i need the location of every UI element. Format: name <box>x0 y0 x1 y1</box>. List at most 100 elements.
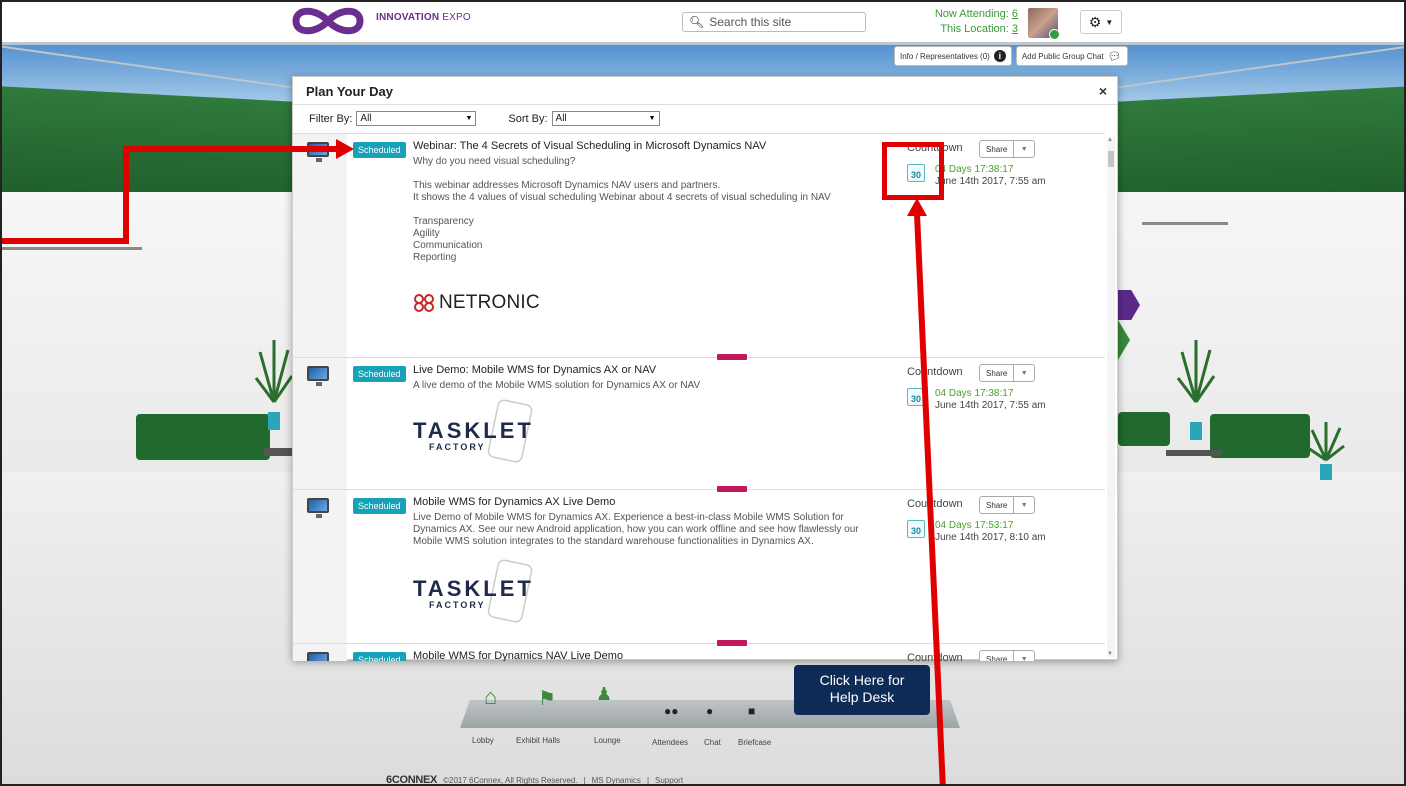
attendees-icon[interactable]: ●● <box>664 704 679 718</box>
brand-name: INNOVATION EXPO <box>376 12 471 23</box>
session-type-column <box>293 134 347 357</box>
list-scrollbar[interactable]: ▲ ▼ <box>1107 137 1115 657</box>
session-date: June 14th 2017, 7:55 am <box>935 176 1046 187</box>
avatar[interactable] <box>1028 8 1060 40</box>
sponsor-logo: NETRONIC <box>413 292 540 314</box>
now-attending-link[interactable]: 6 <box>1012 8 1018 20</box>
countdown-time: 17:38:17 <box>974 164 1014 175</box>
scroll-thumb[interactable] <box>1108 151 1114 167</box>
this-location-label: This Location: <box>940 23 1009 35</box>
search-input[interactable]: 🔍︎ Search this site <box>682 12 866 32</box>
footer-link-ms-dynamics[interactable]: MS Dynamics <box>592 776 641 785</box>
briefcase-icon[interactable]: ■ <box>748 704 755 718</box>
info-representatives-label: Info / Representatives (0) <box>900 51 990 61</box>
caret-down-icon[interactable]: ▼ <box>1014 146 1034 153</box>
nav-lounge-label[interactable]: Lounge <box>594 736 621 745</box>
annotation-arrow-up <box>907 198 946 784</box>
scheduled-badge[interactable]: Scheduled <box>353 652 406 661</box>
page-footer: 6CONNEX ©2017 6Connex, All Rights Reserv… <box>386 774 683 786</box>
sort-select[interactable]: All ▼ <box>551 111 660 126</box>
caret-down-icon: ▼ <box>465 115 473 122</box>
caret-down-icon: ▼ <box>648 115 656 122</box>
attendance-counts: Now Attending: 6 This Location: 3 <box>902 7 1018 37</box>
share-button[interactable]: Share ▼ <box>979 496 1035 514</box>
session-type-column <box>293 490 347 643</box>
webinar-monitor-icon <box>307 498 329 518</box>
session-title[interactable]: Webinar: The 4 Secrets of Visual Schedul… <box>413 140 893 152</box>
session-type-column <box>293 358 347 489</box>
session-title[interactable]: Mobile WMS for Dynamics AX Live Demo <box>413 496 893 508</box>
caret-down-icon[interactable]: ▼ <box>1014 502 1034 509</box>
session-row: Scheduled Mobile WMS for Dynamics NAV Li… <box>293 644 1105 661</box>
countdown-days: 04 Days 17:38:17 <box>935 164 1013 175</box>
online-status-icon <box>1049 29 1060 40</box>
now-attending-label: Now Attending: <box>934 8 1009 20</box>
caret-down-icon: ▼ <box>1105 17 1114 27</box>
close-icon[interactable]: × <box>1099 83 1107 99</box>
lounge-people-icon[interactable]: ♟ <box>596 684 612 705</box>
balcony-rail <box>1142 222 1228 225</box>
search-placeholder: Search this site <box>709 15 792 29</box>
session-title[interactable]: Live Demo: Mobile WMS for Dynamics AX or… <box>413 364 893 376</box>
plant-icon <box>1307 422 1345 480</box>
nav-briefcase-label[interactable]: Briefcase <box>738 738 771 747</box>
scheduled-badge[interactable]: Scheduled <box>353 366 406 382</box>
add-public-group-chat-button[interactable]: Add Public Group Chat 💬︎ <box>1015 46 1128 66</box>
exhibit-halls-flag-icon[interactable]: ⚑ <box>538 686 556 711</box>
chat-bubble-icon[interactable]: ● <box>706 704 713 718</box>
nav-chat-label[interactable]: Chat <box>704 738 721 747</box>
annotation-highlight-box <box>882 142 944 200</box>
nav-attendees-label[interactable]: Attendees <box>652 738 688 747</box>
share-label: Share <box>980 651 1015 661</box>
annotation-arrow-line <box>123 146 345 152</box>
footer-copyright: ©2017 6Connex, All Rights Reserved. <box>443 775 578 785</box>
caret-down-icon[interactable]: ▼ <box>1014 370 1034 377</box>
annotation-arrow-line <box>123 146 129 244</box>
brand-rest: EXPO <box>442 12 471 23</box>
sponsor-name-line1: TASKLET <box>413 576 534 601</box>
filter-sort-bar: Filter By: All ▼ Sort By: All ▼ <box>309 111 660 126</box>
scroll-up-icon[interactable]: ▲ <box>1107 137 1113 143</box>
nav-lobby-label[interactable]: Lobby <box>472 736 494 745</box>
sponsor-name: NETRONIC <box>439 292 540 313</box>
filter-label: Filter By: <box>309 112 353 125</box>
sponsor-name-line2: FACTORY <box>429 600 486 610</box>
nav-exhibit-halls-label[interactable]: Exhibit Halls <box>516 736 560 745</box>
countdown-time: 17:53:17 <box>974 520 1014 531</box>
chat-bubble-icon: 💬︎ <box>1107 50 1122 63</box>
share-button[interactable]: Share ▼ <box>979 140 1035 158</box>
brand-logo-icon[interactable] <box>290 4 370 38</box>
footer-link-support[interactable]: Support <box>655 776 683 785</box>
session-row: Scheduled Webinar: The 4 Secrets of Visu… <box>293 134 1105 360</box>
share-button[interactable]: Share ▼ <box>979 364 1035 382</box>
countdown-time: 17:38:17 <box>974 388 1014 399</box>
lobby-home-icon[interactable]: ⌂ <box>484 684 497 710</box>
footer-brand: 6CONNEX <box>386 774 438 786</box>
session-row: Scheduled Live Demo: Mobile WMS for Dyna… <box>293 358 1105 492</box>
share-button[interactable]: Share ▼ <box>979 650 1035 661</box>
settings-menu-button[interactable]: ⚙ ▼ <box>1080 10 1122 34</box>
footer-separator: | <box>583 775 586 785</box>
plan-your-day-modal: Plan Your Day × Filter By: All ▼ Sort By… <box>292 76 1118 661</box>
filter-select[interactable]: All ▼ <box>356 111 477 126</box>
green-sofa-right <box>1210 414 1310 458</box>
scheduled-badge[interactable]: Scheduled <box>353 142 406 158</box>
sponsor-name-line1: TASKLET <box>413 418 534 443</box>
session-title[interactable]: Mobile WMS for Dynamics NAV Live Demo <box>413 650 893 661</box>
session-description: Why do you need visual scheduling? This … <box>413 156 831 263</box>
webinar-monitor-icon <box>307 652 329 661</box>
session-type-column <box>293 644 347 661</box>
scheduled-badge[interactable]: Scheduled <box>353 498 406 514</box>
brand-bold: INNOVATION <box>376 12 440 23</box>
share-label: Share <box>980 497 1015 513</box>
share-label: Share <box>980 141 1015 157</box>
plant-icon <box>254 340 294 430</box>
coffee-table <box>1166 450 1222 456</box>
this-location-link[interactable]: 3 <box>1012 23 1018 35</box>
info-representatives-button[interactable]: Info / Representatives (0) i <box>894 46 1012 66</box>
screenshot-frame: INNOVATION EXPO 🔍︎ Search this site Now … <box>0 0 1406 786</box>
caret-down-icon[interactable]: ▼ <box>1014 656 1034 662</box>
site-header: INNOVATION EXPO 🔍︎ Search this site Now … <box>2 2 1404 42</box>
session-description: Live Demo of Mobile WMS for Dynamics AX.… <box>413 512 859 547</box>
scroll-down-icon[interactable]: ▼ <box>1107 651 1113 657</box>
